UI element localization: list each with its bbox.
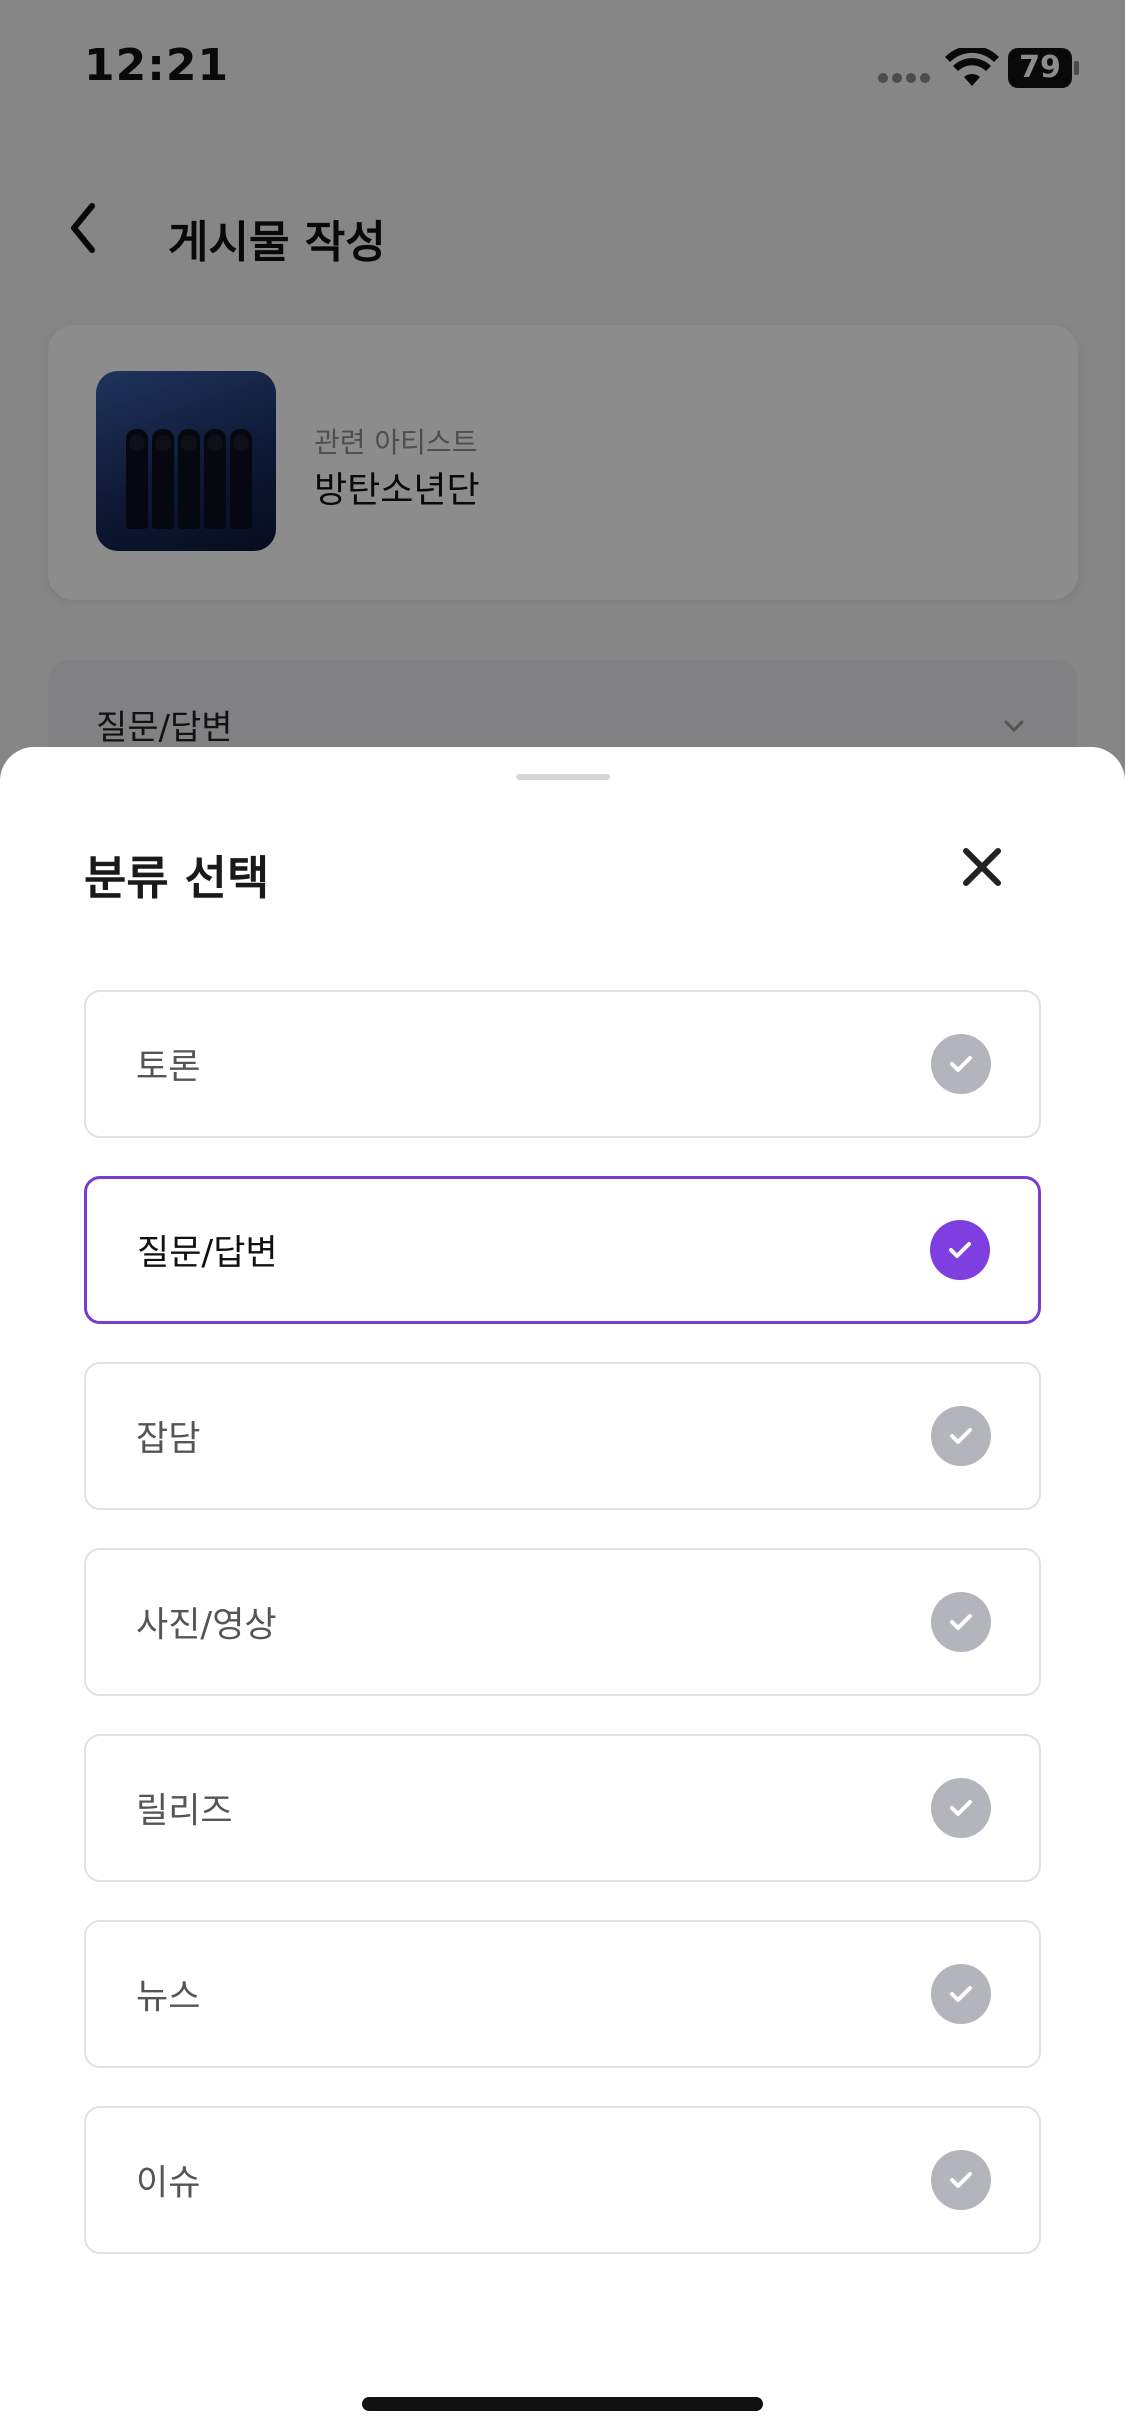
category-options: 토론 질문/답변 잡담 사진/영상 릴리즈 뉴스 이슈 <box>84 990 1041 2292</box>
category-option[interactable]: 뉴스 <box>84 1920 1041 2068</box>
option-label: 뉴스 <box>136 1977 201 2018</box>
category-option[interactable]: 사진/영상 <box>84 1548 1041 1696</box>
screen: 12:21 79 게시물 작성 관련 아티스트 방탄소년단 질문/답변 분류 선… <box>0 0 1125 2436</box>
category-option[interactable]: 릴리즈 <box>84 1734 1041 1882</box>
option-label: 사진/영상 <box>136 1605 277 1646</box>
option-label: 잡담 <box>136 1419 201 1460</box>
check-icon <box>931 2150 991 2210</box>
category-option[interactable]: 토론 <box>84 990 1041 1138</box>
check-icon <box>931 1964 991 2024</box>
option-label: 릴리즈 <box>136 1791 233 1832</box>
category-option[interactable]: 잡담 <box>84 1362 1041 1510</box>
category-option[interactable]: 이슈 <box>84 2106 1041 2254</box>
check-icon <box>931 1406 991 1466</box>
close-icon[interactable] <box>954 839 1010 895</box>
check-icon <box>931 1592 991 1652</box>
option-label: 질문/답변 <box>137 1233 278 1274</box>
option-label: 토론 <box>136 1047 201 1088</box>
check-icon <box>931 1778 991 1838</box>
sheet-title: 분류 선택 <box>84 851 270 905</box>
category-option-selected[interactable]: 질문/답변 <box>84 1176 1041 1324</box>
category-bottom-sheet: 분류 선택 토론 질문/답변 잡담 사진/영상 릴리즈 뉴스 이슈 <box>0 747 1125 2436</box>
check-icon <box>931 1034 991 1094</box>
sheet-drag-handle[interactable] <box>516 774 610 780</box>
check-icon <box>930 1220 990 1280</box>
option-label: 이슈 <box>136 2163 201 2204</box>
home-indicator <box>362 2397 763 2411</box>
